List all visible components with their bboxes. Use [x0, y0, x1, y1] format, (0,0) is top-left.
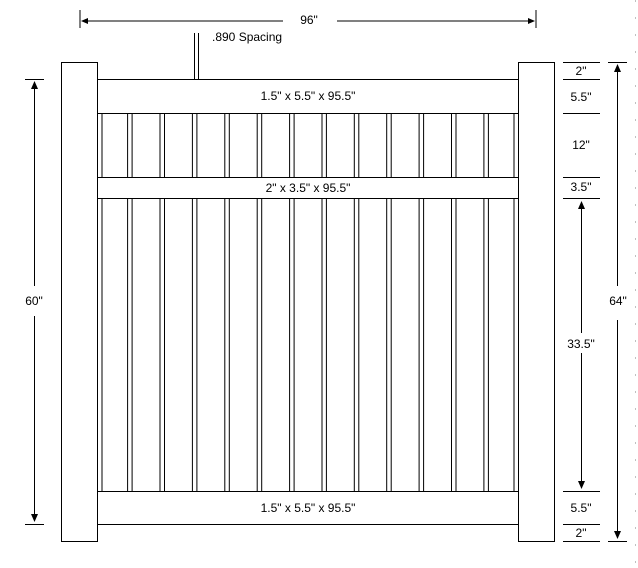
pickets [101, 113, 515, 492]
top-rail-dim-label: 5.5" [571, 90, 592, 104]
fence-diagram: 96" .890 Spacing 1.5" x 5.5" x 95.5" 2" … [25, 0, 636, 568]
picket [390, 113, 420, 492]
picket [101, 113, 129, 492]
width-arrow-right [528, 18, 535, 24]
picket [293, 113, 323, 492]
right-height-dimension: 64" [608, 62, 627, 542]
picket [487, 113, 515, 492]
middle-rail-label: 2" x 3.5" x 95.5" [266, 181, 351, 195]
picket [358, 113, 388, 492]
right-height-label: 64" [609, 294, 627, 308]
picket [325, 113, 355, 492]
left-dim-arrow-up [31, 81, 38, 89]
bottom-rail-dim-label: 5.5" [571, 501, 592, 515]
bottom-rail-label: 1.5" x 5.5" x 95.5" [261, 501, 356, 515]
spacing-label: .890 Spacing [212, 30, 282, 44]
width-label: 96" [300, 13, 318, 27]
lower-pickets-arrow-up [578, 201, 585, 209]
top-rail-label: 1.5" x 5.5" x 95.5" [261, 89, 356, 103]
picket [261, 113, 291, 492]
right-segment-dimensions: 2" 5.5" 12" 3.5" 33.5" 5.5" 2" [563, 62, 600, 542]
width-arrow-left [81, 18, 88, 24]
picket [196, 113, 226, 492]
bottom-gap-label: 2" [576, 526, 587, 540]
picket [164, 113, 193, 492]
picket [228, 113, 258, 492]
picket [423, 113, 453, 492]
picket [455, 113, 485, 492]
right-dim-arrow-down [614, 531, 621, 539]
upper-pickets-label: 12" [572, 138, 590, 152]
left-dim-arrow-down [31, 514, 38, 522]
top-gap-label: 2" [576, 64, 587, 78]
width-dimension: 96" [79, 10, 537, 28]
picket [131, 113, 161, 492]
lower-pickets-label: 33.5" [567, 337, 595, 351]
right-dim-arrow-up [614, 64, 621, 72]
right-post [518, 62, 555, 542]
left-post [61, 62, 98, 542]
left-height-label: 60" [25, 294, 43, 308]
middle-rail-dim-label: 3.5" [571, 180, 592, 194]
lower-pickets-arrow-down [578, 481, 585, 489]
left-height-dimension: 60" [25, 79, 44, 525]
